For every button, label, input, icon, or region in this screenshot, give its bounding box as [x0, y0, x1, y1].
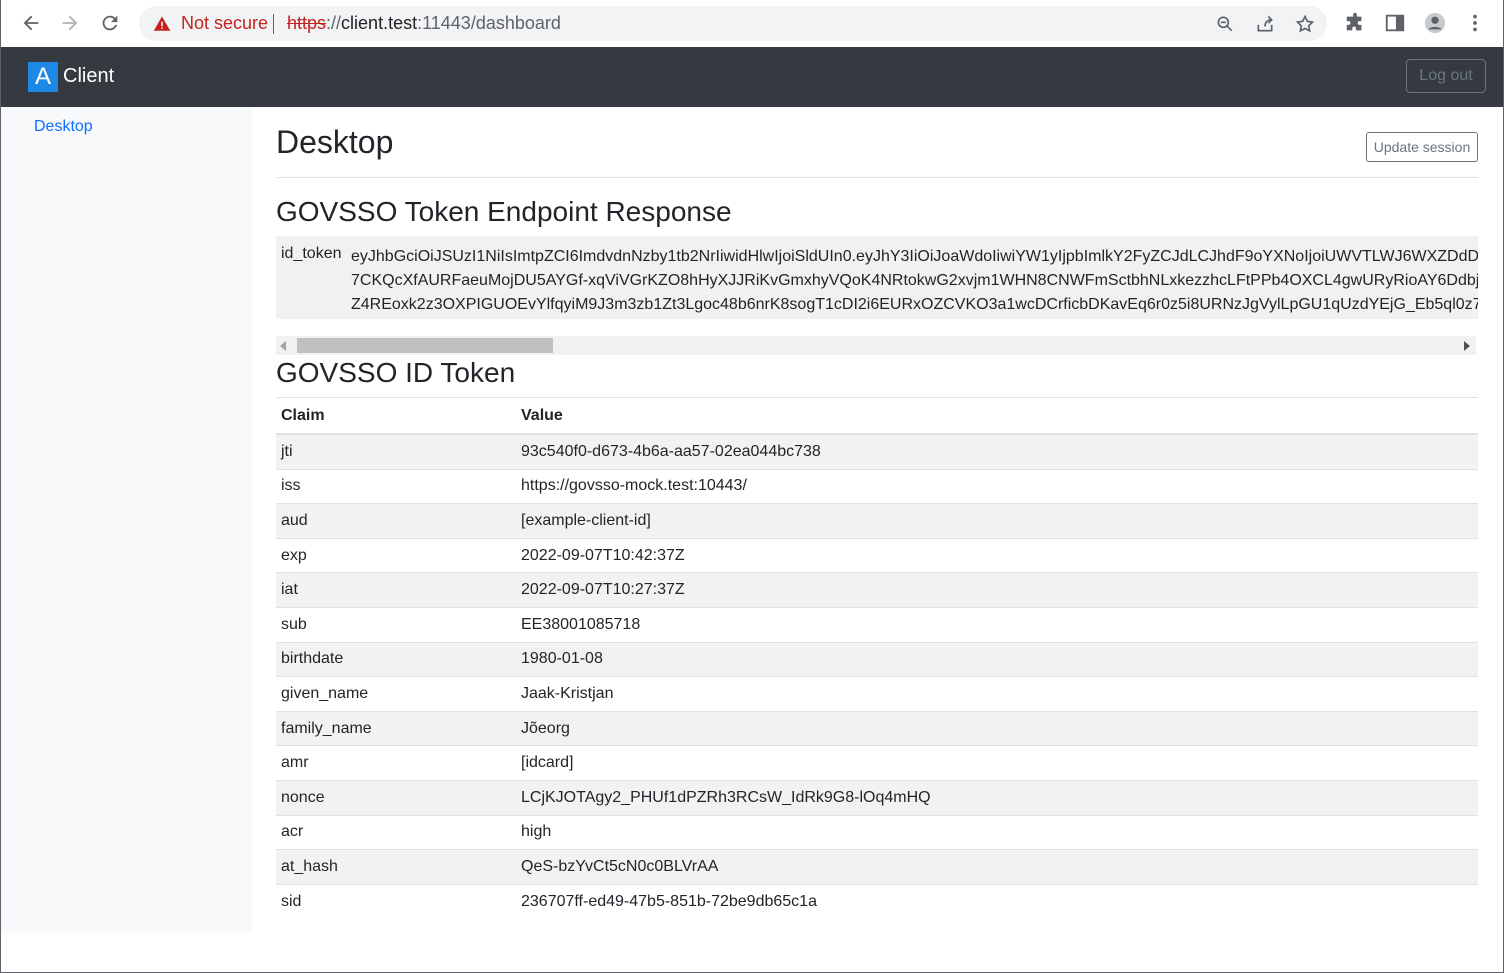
claim-name-cell: sid [276, 883, 516, 919]
claim-value-cell: LCjKJOTAgy2_PHUf1dPZRh3RCsW_IdRk9G8-lOq4… [516, 779, 1478, 816]
table-row: sub EE38001085718 [276, 606, 1478, 643]
table-row: sid 236707ff-ed49-47b5-851b-72be9db65c1a [276, 883, 1478, 919]
table-header-row: Claim Value [276, 397, 1478, 435]
column-header-value: Value [516, 397, 1478, 435]
claim-value-cell: 93c540f0-d673-4b6a-aa57-02ea044bc738 [516, 433, 1478, 470]
profile-avatar-icon[interactable] [1422, 10, 1448, 36]
zoom-icon[interactable] [1213, 12, 1237, 36]
claim-value-cell: high [516, 814, 1478, 850]
brand-name[interactable]: Client [63, 65, 114, 88]
forward-button[interactable] [55, 8, 85, 38]
claim-value-cell: Jõeorg [516, 710, 1478, 746]
app-navbar: A Client Log out [0, 47, 1504, 107]
page-bottom [0, 933, 1504, 973]
claim-value-cell: [idcard] [516, 745, 1478, 781]
column-header-claim: Claim [276, 397, 516, 435]
table-row: acr high [276, 814, 1478, 850]
table-row: iat 2022-09-07T10:27:37Z [276, 572, 1478, 608]
horizontal-scrollbar[interactable] [276, 336, 1476, 355]
table-row: nonce LCjKJOTAgy2_PHUf1dPZRh3RCsW_IdRk9G8… [276, 779, 1478, 816]
url-separator: :// [326, 13, 342, 33]
not-secure-label[interactable]: Not secure [181, 13, 268, 34]
claim-name-cell: given_name [276, 676, 516, 712]
sidebar-item-desktop[interactable]: Desktop [34, 118, 93, 136]
token-line: 7CKQcXfAURFaeuMojDU5AYGf-xqViVGrKZO8hHyX… [351, 272, 1478, 289]
scrollbar-thumb[interactable] [297, 338, 553, 353]
claim-name-cell: amr [276, 745, 516, 781]
claim-name-cell: family_name [276, 710, 516, 746]
scroll-left-arrow-icon[interactable] [280, 341, 286, 351]
token-line: Z4REoxk2z3OXPIGUOEvYlfqyiM9J3m3zb1Zt3Lgo… [351, 296, 1478, 313]
claims-table: Claim Value jti 93c540f0-d673-4b6a-aa57-0… [276, 397, 1478, 919]
claim-name-cell: exp [276, 537, 516, 573]
url-scheme: https [287, 13, 327, 33]
claim-name-cell: sub [276, 606, 516, 643]
claim-name-cell: iat [276, 572, 516, 608]
back-button[interactable] [16, 8, 46, 38]
id-token-label: id_token [281, 245, 342, 262]
token-response-box: id_token eyJhbGciOiJSUzI1NiIsImtpZCI6Imd… [276, 236, 1478, 319]
claim-value-cell: 236707ff-ed49-47b5-851b-72be9db65c1a [516, 883, 1478, 919]
claim-value-cell: 2022-09-07T10:27:37Z [516, 572, 1478, 608]
table-row: birthdate 1980-01-08 [276, 641, 1478, 677]
claim-value-cell: 1980-01-08 [516, 641, 1478, 677]
claim-name-cell: jti [276, 433, 516, 470]
address-separator [273, 14, 274, 34]
warning-icon [153, 16, 171, 31]
table-row: jti 93c540f0-d673-4b6a-aa57-02ea044bc738 [276, 433, 1478, 470]
extensions-icon[interactable] [1342, 10, 1368, 36]
id-token-value[interactable]: eyJhbGciOiJSUzI1NiIsImtpZCI6ImdvdnNzby1t… [351, 245, 1478, 317]
claim-name-cell: at_hash [276, 849, 516, 885]
claim-value-cell: EE38001085718 [516, 606, 1478, 643]
claim-name-cell: aud [276, 503, 516, 539]
id-token-heading: GOVSSO ID Token [276, 357, 516, 388]
claim-value-cell: Jaak-Kristjan [516, 676, 1478, 712]
title-divider [276, 177, 1478, 178]
table-row: family_name Jõeorg [276, 710, 1478, 746]
bookmark-star-icon[interactable] [1293, 12, 1317, 36]
browser-toolbar: Not secure https://client.test:11443/das… [0, 0, 1504, 47]
side-panel-icon[interactable] [1382, 10, 1408, 36]
claim-name-cell: iss [276, 468, 516, 504]
table-row: iss https://govsso-mock.test:10443/ [276, 468, 1478, 504]
logout-button[interactable]: Log out [1406, 59, 1486, 93]
claim-value-cell: [example-client-id] [516, 503, 1478, 539]
claim-value-cell: https://govsso-mock.test:10443/ [516, 468, 1478, 504]
claim-name-cell: nonce [276, 779, 516, 816]
scroll-right-arrow-icon[interactable] [1464, 341, 1470, 351]
claim-name-cell: acr [276, 814, 516, 850]
update-session-button[interactable]: Update session [1366, 132, 1478, 162]
page-title: Desktop [276, 124, 394, 160]
table-row: aud [example-client-id] [276, 503, 1478, 539]
url-path: :11443/dashboard [417, 13, 561, 33]
more-menu-icon[interactable] [1462, 10, 1488, 36]
url-host: client.test [341, 13, 418, 33]
sidebar: Desktop [0, 107, 252, 933]
table-row: at_hash QeS-bzYvCt5cN0c0BLVrAA [276, 849, 1478, 885]
reload-button[interactable] [95, 8, 125, 38]
brand-logo[interactable]: A [28, 62, 58, 92]
token-line: eyJhbGciOiJSUzI1NiIsImtpZCI6ImdvdnNzby1t… [351, 248, 1478, 265]
table-row: exp 2022-09-07T10:42:37Z [276, 537, 1478, 573]
claim-name-cell: birthdate [276, 641, 516, 677]
reload-icon [102, 15, 118, 31]
table-row: given_name Jaak-Kristjan [276, 676, 1478, 712]
url-text[interactable]: https://client.test:11443/dashboard [287, 13, 561, 34]
back-arrow-icon [23, 15, 39, 31]
claim-value-cell: 2022-09-07T10:42:37Z [516, 537, 1478, 573]
token-response-heading: GOVSSO Token Endpoint Response [276, 196, 732, 227]
claim-value-cell: QeS-bzYvCt5cN0c0BLVrAA [516, 849, 1478, 885]
address-bar[interactable]: Not secure https://client.test:11443/das… [139, 6, 1327, 41]
table-row: amr [idcard] [276, 745, 1478, 781]
share-icon[interactable] [1253, 12, 1277, 36]
forward-arrow-icon [62, 15, 78, 31]
